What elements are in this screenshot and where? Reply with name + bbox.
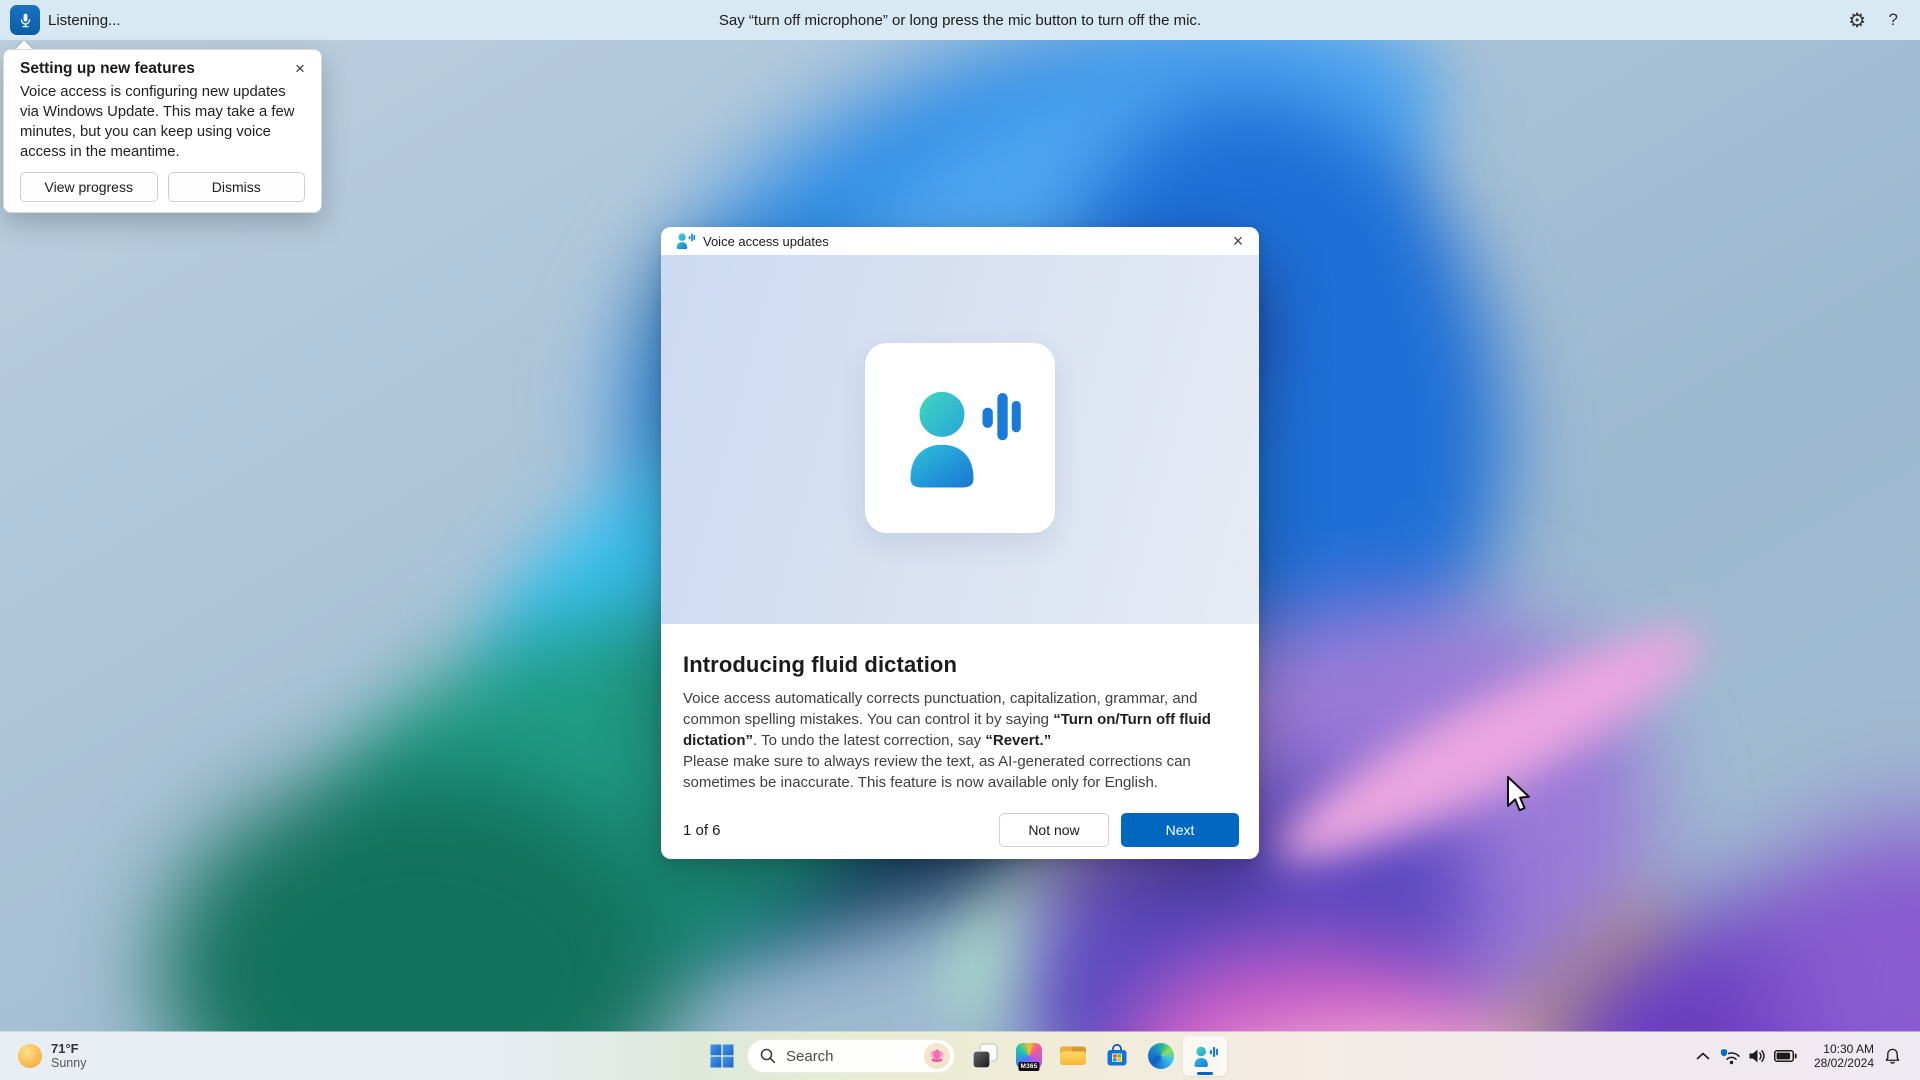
weather-temperature: 71°F xyxy=(51,1041,86,1056)
microsoft-store-icon xyxy=(1104,1043,1130,1069)
voice-access-icon xyxy=(675,232,695,250)
setup-features-popup: Setting up new features × Voice access i… xyxy=(3,49,322,213)
pagination-indicator: 1 of 6 xyxy=(683,822,721,839)
microsoft-store-button[interactable] xyxy=(1095,1036,1139,1076)
clock[interactable]: 10:30 AM 28/02/2024 xyxy=(1808,1042,1874,1070)
popup-title: Setting up new features xyxy=(20,58,305,80)
taskbar: 71°F Sunny Search xyxy=(0,1032,1920,1080)
search-input[interactable]: Search xyxy=(747,1039,955,1073)
file-explorer-button[interactable] xyxy=(1051,1036,1095,1076)
volume-button[interactable] xyxy=(1744,1036,1770,1076)
microsoft-edge-button[interactable] xyxy=(1139,1036,1183,1076)
dialog-heading: Introducing fluid dictation xyxy=(683,652,1237,678)
chevron-up-icon xyxy=(1696,1052,1710,1060)
m365-copilot-button[interactable]: M365 xyxy=(1007,1036,1051,1076)
start-button[interactable] xyxy=(703,1036,741,1076)
mouse-cursor xyxy=(1506,776,1532,814)
m365-badge: M365 xyxy=(1018,1062,1039,1071)
view-progress-button[interactable]: View progress xyxy=(20,172,158,202)
dialog-titlebar: Voice access updates × xyxy=(661,227,1259,255)
dialog-close-icon[interactable]: × xyxy=(1225,229,1251,253)
show-hidden-icons-button[interactable] xyxy=(1690,1036,1716,1076)
wifi-shield-icon xyxy=(1720,1048,1741,1065)
task-view-button[interactable] xyxy=(963,1036,1007,1076)
settings-gear-icon[interactable]: ⚙ xyxy=(1848,0,1866,40)
microphone-icon xyxy=(17,12,34,29)
desktop: Listening... Say “turn off microphone” o… xyxy=(0,0,1920,1080)
voice-access-illustration xyxy=(865,343,1055,533)
listening-status: Listening... xyxy=(48,0,121,40)
battery-icon xyxy=(1774,1050,1797,1062)
voice-access-app-button[interactable] xyxy=(1183,1036,1227,1076)
bell-icon xyxy=(1884,1047,1901,1065)
tray-date: 28/02/2024 xyxy=(1808,1056,1874,1070)
dialog-illustration-area xyxy=(661,255,1259,624)
popup-body-text: Voice access is configuring new updates … xyxy=(20,82,305,162)
voice-access-updates-dialog: Voice access updates × Introducin xyxy=(661,227,1259,859)
search-highlight-lotus-icon xyxy=(924,1043,950,1069)
weather-widget[interactable]: 71°F Sunny xyxy=(12,1032,92,1080)
microsoft-edge-icon xyxy=(1148,1043,1174,1069)
dismiss-button[interactable]: Dismiss xyxy=(168,172,306,202)
next-button[interactable]: Next xyxy=(1121,813,1239,847)
voicebar-hint-message: Say “turn off microphone” or long press … xyxy=(719,0,1201,40)
notifications-button[interactable] xyxy=(1878,1036,1906,1076)
voice-access-taskbar-icon xyxy=(1192,1045,1218,1068)
popup-close-icon[interactable]: × xyxy=(289,58,311,80)
speaker-icon xyxy=(1748,1048,1766,1064)
search-icon xyxy=(760,1048,776,1064)
weather-condition: Sunny xyxy=(51,1056,86,1071)
voice-access-person-icon xyxy=(899,384,1021,492)
windows-logo-icon xyxy=(710,1044,734,1068)
task-view-icon xyxy=(972,1043,998,1069)
running-app-indicator xyxy=(1197,1072,1213,1075)
tray-time: 10:30 AM xyxy=(1808,1042,1874,1056)
help-icon[interactable]: ? xyxy=(1889,0,1898,40)
not-now-button[interactable]: Not now xyxy=(999,813,1109,847)
voice-access-bar: Listening... Say “turn off microphone” o… xyxy=(0,0,1920,40)
bold-revert-text: “Revert.” xyxy=(985,732,1051,749)
popup-callout-arrow xyxy=(16,40,32,49)
file-explorer-icon xyxy=(1059,1044,1087,1068)
dialog-body-paragraph-1: Voice access automatically corrects punc… xyxy=(683,688,1237,751)
battery-button[interactable] xyxy=(1770,1036,1800,1076)
search-label: Search xyxy=(786,1048,924,1065)
m365-copilot-icon: M365 xyxy=(1016,1043,1042,1069)
dialog-title: Voice access updates xyxy=(703,234,829,249)
microphone-button[interactable] xyxy=(10,5,40,35)
dialog-body-paragraph-2: Please make sure to always review the te… xyxy=(683,751,1237,793)
sunny-weather-icon xyxy=(18,1044,42,1068)
network-vpn-button[interactable] xyxy=(1716,1036,1744,1076)
